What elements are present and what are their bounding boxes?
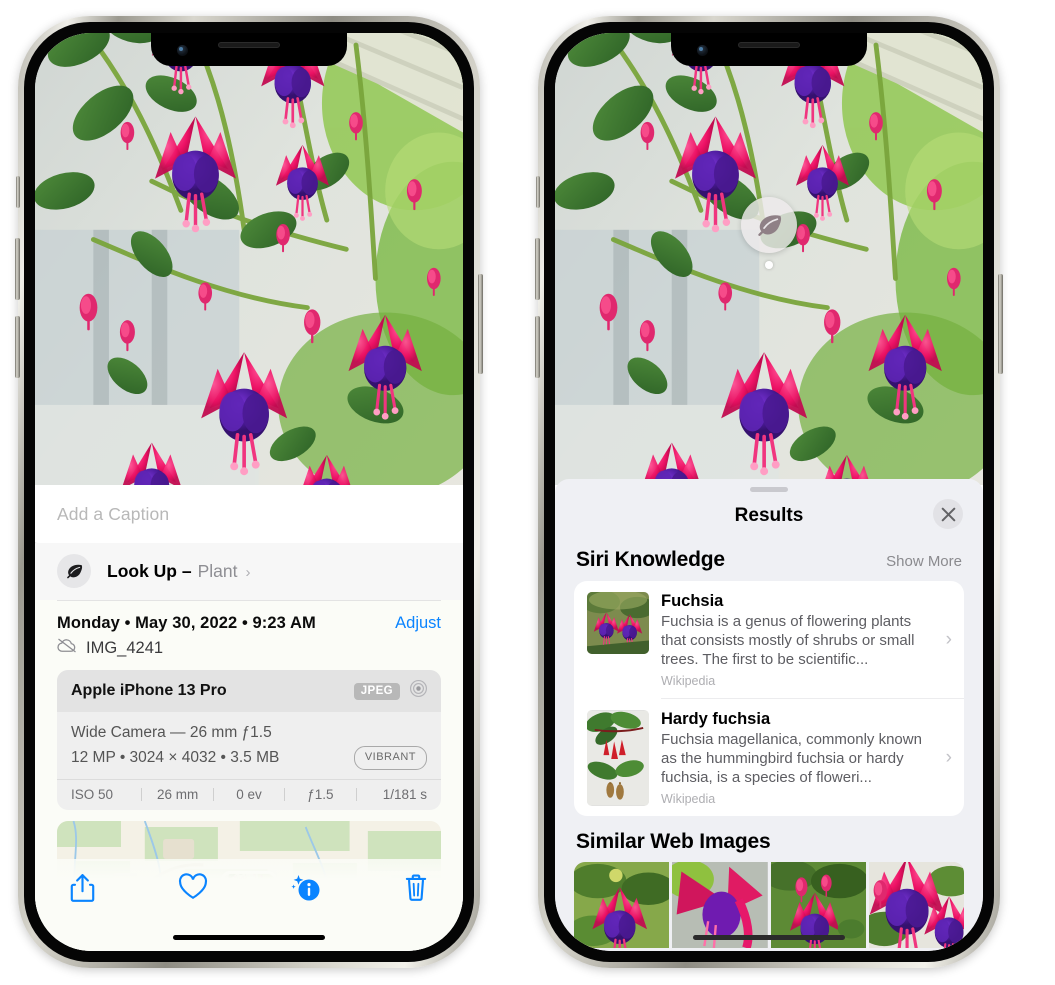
look-up-label: Look Up –: [107, 560, 192, 581]
heart-icon[interactable]: [178, 873, 208, 905]
results-title: Results: [734, 505, 804, 526]
lens-info: Wide Camera — 26 mm ƒ1.5: [71, 724, 272, 741]
volume-up-button[interactable]: [535, 238, 540, 300]
similar-web-images-header: Similar Web Images: [555, 816, 983, 862]
results-header: Results: [555, 492, 983, 541]
siri-knowledge-header: Siri Knowledge Show More: [555, 541, 983, 581]
result-thumbnail: [587, 710, 649, 807]
power-button[interactable]: [998, 274, 1003, 374]
earpiece-speaker: [738, 42, 800, 48]
screen-left: Add a Caption ✦ ✦ Look Up – Plant: [35, 33, 463, 951]
photo-viewer[interactable]: [35, 33, 463, 485]
trash-icon[interactable]: [403, 873, 429, 907]
knowledge-row-fuchsia[interactable]: Fuchsia Fuchsia is a genus of flowering …: [574, 581, 964, 698]
photographic-style-badge: VIBRANT: [353, 745, 427, 771]
result-description: Fuchsia magellanica, commonly known as t…: [661, 731, 922, 787]
mute-switch[interactable]: [536, 176, 540, 208]
resolution-info: 12 MP • 3024 × 4032 • 3.5 MB: [71, 748, 280, 766]
date-row: Monday • May 30, 2022 • 9:23 AM Adjust: [57, 601, 441, 633]
look-up-label-group: Look Up – Plant ›: [107, 561, 250, 582]
exif-card[interactable]: Apple iPhone 13 Pro JPEG Wide Camera — 2…: [57, 670, 441, 810]
look-up-kind: Plant: [197, 560, 238, 581]
photo-date: Monday • May 30, 2022 • 9:23 AM: [57, 614, 316, 632]
phone-left: Add a Caption ✦ ✦ Look Up – Plant: [15, 16, 483, 968]
visual-look-up-dot: [765, 261, 773, 269]
cloud-slash-icon: [57, 638, 77, 658]
notch: [151, 33, 347, 66]
notch: [671, 33, 867, 66]
volume-down-button[interactable]: [15, 316, 20, 378]
chevron-right-icon: ›: [945, 747, 952, 769]
mute-switch[interactable]: [16, 176, 20, 208]
power-button[interactable]: [478, 274, 483, 374]
exif-stat-focal: 26 mm: [156, 786, 199, 802]
result-title: Fuchsia: [661, 592, 724, 610]
exif-stat-exposure: 0 ev: [236, 786, 262, 802]
visual-look-up-badge[interactable]: [741, 197, 797, 253]
exif-stat-shutter: 1/181 s: [382, 786, 428, 802]
exif-stat-iso: ISO 50: [71, 786, 114, 802]
siri-knowledge-title: Siri Knowledge: [576, 548, 725, 571]
result-title: Hardy fuchsia: [661, 710, 771, 729]
screen-right: Results Siri Knowledge Show More Fuchsia…: [555, 33, 983, 951]
web-image-thumbnail[interactable]: [868, 862, 964, 949]
result-thumbnail: [587, 592, 649, 654]
knowledge-card: Fuchsia Fuchsia is a genus of flowering …: [574, 581, 964, 817]
home-indicator[interactable]: [173, 935, 325, 940]
camera-device-name: Apple iPhone 13 Pro: [71, 682, 227, 699]
exif-header: Apple iPhone 13 Pro JPEG: [57, 670, 441, 712]
front-camera-icon: [177, 45, 188, 56]
file-name: IMG_4241: [86, 638, 164, 657]
results-sheet: Results Siri Knowledge Show More Fuchsia…: [555, 479, 983, 951]
exif-body: Wide Camera — 26 mm ƒ1.5 12 MP • 3024 × …: [57, 712, 441, 779]
knowledge-row-hardy-fuchsia[interactable]: Hardy fuchsia Fuchsia magellanica, commo…: [574, 699, 964, 816]
info-sparkle-icon[interactable]: [291, 873, 321, 907]
leaf-icon: [57, 554, 91, 588]
show-more-button[interactable]: Show More: [886, 553, 962, 570]
phone-bezel: Add a Caption ✦ ✦ Look Up – Plant: [24, 22, 474, 962]
caption-input[interactable]: Add a Caption: [35, 485, 463, 543]
result-source: Wikipedia: [661, 674, 716, 689]
metadata-block: Monday • May 30, 2022 • 9:23 AM Adjust I…: [35, 600, 463, 670]
earpiece-speaker: [218, 42, 280, 48]
file-row: IMG_4241: [57, 633, 441, 670]
result-source: Wikipedia: [661, 792, 716, 807]
exif-stat-aperture: ƒ1.5: [307, 786, 334, 802]
aperture-icon: [409, 679, 428, 703]
phone-right: Results Siri Knowledge Show More Fuchsia…: [535, 16, 1003, 968]
front-camera-icon: [697, 45, 708, 56]
chevron-right-icon: ›: [945, 629, 952, 651]
chevron-right-icon: ›: [245, 563, 251, 581]
close-icon[interactable]: [933, 499, 963, 529]
adjust-button[interactable]: Adjust: [395, 614, 441, 633]
volume-up-button[interactable]: [15, 238, 20, 300]
format-badge: JPEG: [353, 682, 400, 700]
phone-bezel: Results Siri Knowledge Show More Fuchsia…: [544, 22, 994, 962]
exif-stats-row: ISO 50 26 mm 0 ev ƒ1.5 1/181 s: [57, 778, 441, 810]
similar-web-images-title: Similar Web Images: [576, 830, 771, 854]
home-indicator[interactable]: [693, 935, 845, 940]
photo-viewer[interactable]: [555, 33, 983, 485]
volume-down-button[interactable]: [535, 316, 540, 378]
look-up-row[interactable]: ✦ ✦ Look Up – Plant ›: [35, 535, 463, 600]
web-image-thumbnail[interactable]: [574, 862, 670, 949]
result-description: Fuchsia is a genus of flowering plants t…: [661, 613, 915, 669]
share-icon[interactable]: [69, 873, 96, 908]
